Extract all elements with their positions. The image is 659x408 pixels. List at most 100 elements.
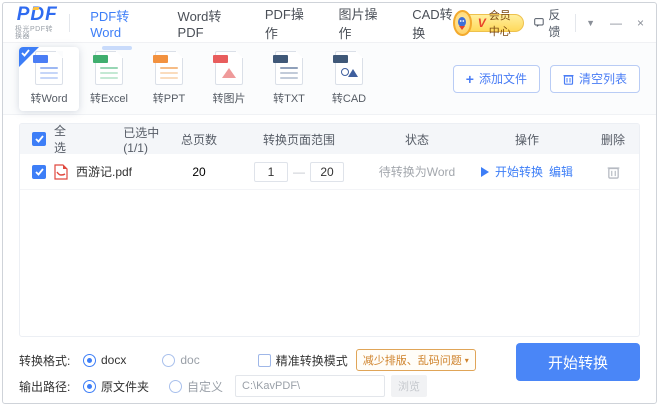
plus-icon: + xyxy=(465,70,474,87)
add-files-button[interactable]: + 添加文件 xyxy=(452,64,540,93)
tab-cad-convert[interactable]: CAD转换 xyxy=(412,3,453,48)
check-icon xyxy=(34,135,44,143)
tool-to-excel[interactable]: 转Excel xyxy=(79,47,139,111)
titlebar-right: V 会员中心 反馈 ▼ — × xyxy=(453,6,644,40)
logo-accent xyxy=(32,7,40,10)
start-convert-button[interactable]: 开始转换 xyxy=(516,343,640,381)
total-pages-value: 20 xyxy=(192,164,206,179)
add-files-label: 添加文件 xyxy=(478,72,527,86)
ppt-doc-icon xyxy=(153,51,183,85)
close-button[interactable]: × xyxy=(637,16,644,30)
select-all-label: 全选 xyxy=(54,124,67,155)
word-doc-icon xyxy=(33,51,63,85)
mascot-icon xyxy=(458,16,467,30)
radio-docx[interactable] xyxy=(83,353,96,367)
tab-word-to-pdf[interactable]: Word转PDF xyxy=(178,3,231,46)
cad-doc-icon xyxy=(333,51,363,85)
file-list: 全选 已选中(1/1) 总页数 转换页面范围 状态 操作 删除 西游记.pdf … xyxy=(19,123,640,337)
tab-pdf-operations[interactable]: PDF操作 xyxy=(265,3,305,48)
tool-label: 转Word xyxy=(30,93,68,105)
status-text: 待转换为Word xyxy=(378,165,456,179)
tool-to-image[interactable]: 转图片 xyxy=(199,47,259,111)
output-path-input[interactable] xyxy=(235,375,386,397)
tool-to-word[interactable]: 转Word xyxy=(19,46,79,111)
operation-cell: 开始转换 编辑 xyxy=(467,163,587,180)
precise-hint-text: 减少排版、乱码问题 xyxy=(362,355,462,367)
tool-to-ppt[interactable]: 转PPT xyxy=(139,47,199,111)
divider xyxy=(575,13,577,32)
pdf-file-icon xyxy=(54,163,68,180)
vip-label: 会员中心 xyxy=(488,9,511,38)
play-icon xyxy=(480,166,489,177)
logo-subtitle: 极光PDF转换器 xyxy=(15,26,53,40)
radio-doc-label: doc xyxy=(180,353,200,367)
feedback-button[interactable]: 反馈 xyxy=(534,6,565,40)
precise-mode-checkbox[interactable] xyxy=(257,353,271,367)
trash-icon[interactable] xyxy=(607,165,620,179)
output-label: 输出路径: xyxy=(19,379,71,394)
list-actions: + 添加文件 清空列表 xyxy=(452,64,640,93)
app-logo: PDF 极光PDF转换器 xyxy=(15,5,59,40)
clear-list-button[interactable]: 清空列表 xyxy=(549,64,640,93)
selected-summary: 已选中(1/1) xyxy=(123,125,160,155)
tools-bar: 转Word 转Excel 转PPT 转图片 转TXT 转CAD + 添加文件 清… xyxy=(3,43,656,115)
radio-custom-folder-label: 自定义 xyxy=(187,379,224,394)
tool-label: 转图片 xyxy=(212,93,246,105)
tab-pdf-to-word[interactable]: PDF转Word xyxy=(90,3,143,46)
txt-doc-icon xyxy=(273,51,303,85)
minimize-button[interactable]: — xyxy=(610,16,622,30)
check-icon xyxy=(21,48,30,57)
radio-original-folder-label: 原文件夹 xyxy=(101,379,150,394)
tool-label: 转CAD xyxy=(331,93,367,105)
tool-label: 转TXT xyxy=(273,93,305,105)
range-from-input[interactable] xyxy=(254,161,288,182)
divider xyxy=(69,13,71,32)
row-edit-link[interactable]: 编辑 xyxy=(549,163,573,180)
tool-label: 转Excel xyxy=(90,93,128,105)
file-cell: 西游记.pdf xyxy=(20,163,167,180)
main-nav: PDF转Word Word转PDF PDF操作 图片操作 CAD转换 xyxy=(90,3,453,48)
precise-hint-dropdown[interactable]: 减少排版、乱码问题 ▾ xyxy=(355,349,476,371)
radio-original-folder[interactable] xyxy=(83,379,96,393)
header-select: 全选 已选中(1/1) xyxy=(20,124,167,156)
col-status: 状态 xyxy=(404,132,429,147)
window-controls: ▼ — × xyxy=(586,16,644,30)
options-panel: 转换格式: docx doc 精准转换模式 减少排版、乱码问题 ▾ 输出路径: … xyxy=(3,337,656,399)
precise-mode-label: 精准转换模式 xyxy=(275,353,348,368)
vip-center-button[interactable]: V 会员中心 xyxy=(453,9,525,38)
radio-docx-label: docx xyxy=(101,353,127,367)
page-range-cell: — xyxy=(231,161,367,182)
radio-custom-folder[interactable] xyxy=(169,379,183,393)
range-to-input[interactable] xyxy=(310,161,344,182)
image-doc-icon xyxy=(213,51,243,85)
trash-icon xyxy=(563,74,574,85)
col-delete: 删除 xyxy=(600,132,625,147)
range-separator: — xyxy=(293,164,305,179)
list-header: 全选 已选中(1/1) 总页数 转换页面范围 状态 操作 删除 xyxy=(20,124,639,156)
check-icon xyxy=(34,167,44,176)
vip-v-icon: V xyxy=(477,15,486,30)
tool-to-txt[interactable]: 转TXT xyxy=(259,47,319,111)
col-page-range: 转换页面范围 xyxy=(262,132,335,147)
select-all-checkbox[interactable] xyxy=(32,132,46,146)
avatar[interactable] xyxy=(453,9,472,36)
format-label: 转换格式: xyxy=(19,353,71,368)
chevron-down-icon: ▾ xyxy=(464,355,469,365)
file-name: 西游记.pdf xyxy=(76,165,133,179)
tool-label: 转PPT xyxy=(152,93,186,105)
row-convert-link[interactable]: 开始转换 xyxy=(495,163,543,180)
browse-button[interactable]: 浏览 xyxy=(391,375,428,397)
row-checkbox[interactable] xyxy=(32,164,46,179)
menu-dropdown-icon[interactable]: ▼ xyxy=(586,18,595,28)
table-row: 西游记.pdf 20 — 待转换为Word 开始转换 编辑 xyxy=(20,154,639,190)
tool-to-cad[interactable]: 转CAD xyxy=(319,47,379,111)
clear-list-label: 清空列表 xyxy=(578,72,627,86)
excel-doc-icon xyxy=(93,51,123,85)
col-operation: 操作 xyxy=(514,132,539,147)
logo-text: PDF xyxy=(16,4,58,25)
app-window: PDF 极光PDF转换器 PDF转Word Word转PDF PDF操作 图片操… xyxy=(2,2,657,404)
radio-doc[interactable] xyxy=(162,353,176,367)
tab-image-operations[interactable]: 图片操作 xyxy=(339,3,379,48)
delete-cell xyxy=(587,165,639,179)
titlebar: PDF 极光PDF转换器 PDF转Word Word转PDF PDF操作 图片操… xyxy=(3,3,656,43)
